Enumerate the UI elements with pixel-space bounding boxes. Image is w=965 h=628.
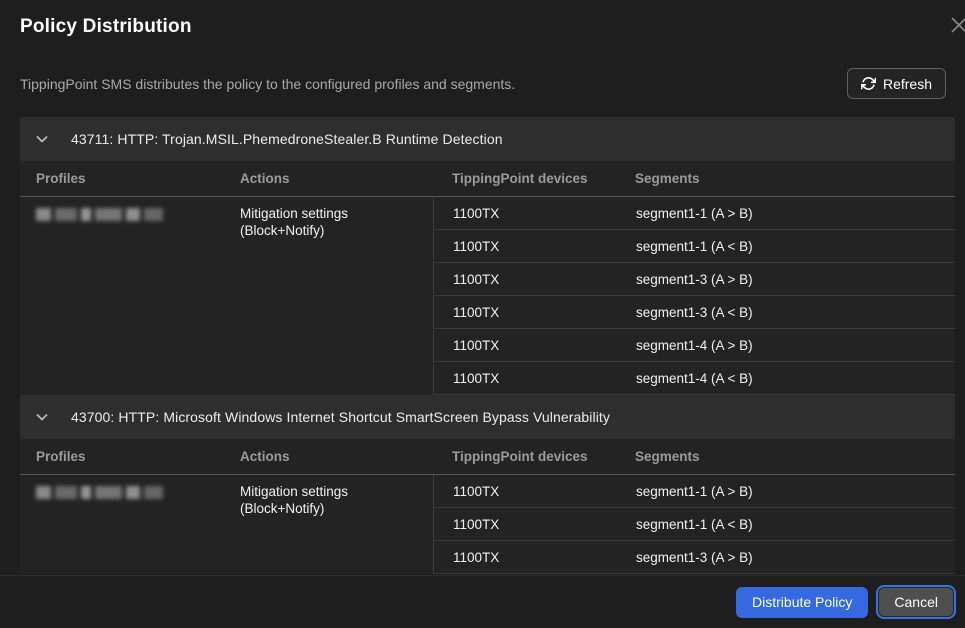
section-header-43711[interactable]: 43711: HTTP: Trojan.MSIL.PhemedroneSteal… — [20, 117, 955, 161]
segment-cell: segment1-1 (A < B) — [636, 517, 955, 532]
segment-cell: segment1-1 (A > B) — [636, 484, 955, 499]
column-header-devices: TippingPoint devices — [452, 449, 635, 464]
segment-cell: segment1-3 (A > B) — [636, 550, 955, 565]
device-cell: 1100TX — [434, 305, 636, 320]
device-cell: 1100TX — [434, 272, 636, 287]
device-cell: 1100TX — [434, 371, 636, 386]
device-cell: 1100TX — [434, 239, 636, 254]
actions-cell: Mitigation settings (Block+Notify) — [240, 197, 433, 395]
distribute-policy-button[interactable]: Distribute Policy — [736, 587, 868, 618]
segment-cell: segment1-1 (A > B) — [636, 206, 955, 221]
table-row: 1100TX segment1-1 (A > B) — [434, 475, 955, 508]
chevron-down-icon[interactable] — [34, 131, 50, 147]
device-segment-subtable: 1100TX segment1-1 (A > B) 1100TX segment… — [433, 197, 955, 395]
policy-distribution-modal: { "modal": { "title": "Policy Distributi… — [0, 0, 965, 628]
column-header-segments: Segments — [635, 171, 955, 186]
section-title: 43700: HTTP: Microsoft Windows Internet … — [71, 409, 610, 425]
policy-section-43700: 43700: HTTP: Microsoft Windows Internet … — [20, 395, 955, 574]
profile-redacted — [36, 485, 228, 500]
cancel-button[interactable]: Cancel — [878, 587, 954, 617]
column-header-devices: TippingPoint devices — [452, 171, 635, 186]
column-header-actions: Actions — [240, 171, 452, 186]
table-row: 1100TX segment1-1 (A < B) — [434, 230, 955, 263]
device-cell: 1100TX — [434, 517, 636, 532]
close-icon — [948, 14, 965, 36]
table-body: Mitigation settings (Block+Notify) 1100T… — [20, 475, 955, 574]
profile-cell — [20, 475, 240, 574]
page-title: Policy Distribution — [20, 16, 192, 38]
distribution-table: Profiles Actions TippingPoint devices Se… — [20, 161, 955, 395]
column-header-profiles: Profiles — [20, 171, 240, 186]
device-segment-subtable: 1100TX segment1-1 (A > B) 1100TX segment… — [433, 475, 955, 574]
table-body: Mitigation settings (Block+Notify) 1100T… — [20, 197, 955, 395]
table-column-headers: Profiles Actions TippingPoint devices Se… — [20, 439, 955, 475]
refresh-label: Refresh — [883, 76, 932, 92]
device-cell: 1100TX — [434, 484, 636, 499]
table-row: 1100TX segment1-3 (A > B) — [434, 263, 955, 296]
column-header-segments: Segments — [635, 449, 955, 464]
table-row: 1100TX segment1-1 (A > B) — [434, 197, 955, 230]
profile-redacted — [36, 207, 228, 222]
section-title: 43711: HTTP: Trojan.MSIL.PhemedroneSteal… — [71, 131, 503, 147]
device-cell: 1100TX — [434, 550, 636, 565]
policy-list-scroll-area[interactable]: 43711: HTTP: Trojan.MSIL.PhemedroneSteal… — [0, 117, 965, 575]
column-header-actions: Actions — [240, 449, 452, 464]
table-row: 1100TX segment1-1 (A < B) — [434, 508, 955, 541]
refresh-button[interactable]: Refresh — [847, 68, 946, 99]
segment-cell: segment1-3 (A > B) — [636, 272, 955, 287]
close-button[interactable] — [946, 12, 965, 38]
action-text: Mitigation settings — [240, 205, 433, 222]
column-header-profiles: Profiles — [20, 449, 240, 464]
segment-cell: segment1-4 (A < B) — [636, 371, 955, 386]
segment-cell: segment1-4 (A > B) — [636, 338, 955, 353]
device-cell: 1100TX — [434, 206, 636, 221]
actions-cell: Mitigation settings (Block+Notify) — [240, 475, 433, 574]
action-text: Mitigation settings — [240, 483, 433, 500]
segment-cell: segment1-1 (A < B) — [636, 239, 955, 254]
modal-footer: Distribute Policy Cancel — [0, 575, 965, 628]
table-row: 1100TX segment1-4 (A < B) — [434, 362, 955, 395]
table-row: 1100TX segment1-3 (A > B) — [434, 541, 955, 574]
refresh-icon — [861, 76, 876, 91]
action-detail: (Block+Notify) — [240, 500, 433, 517]
segment-cell: segment1-3 (A < B) — [636, 305, 955, 320]
table-column-headers: Profiles Actions TippingPoint devices Se… — [20, 161, 955, 197]
table-row: 1100TX segment1-4 (A > B) — [434, 329, 955, 362]
section-header-43700[interactable]: 43700: HTTP: Microsoft Windows Internet … — [20, 395, 955, 439]
chevron-down-icon[interactable] — [34, 409, 50, 425]
action-detail: (Block+Notify) — [240, 222, 433, 239]
table-row: 1100TX segment1-3 (A < B) — [434, 296, 955, 329]
modal-header: Policy Distribution TippingPoint SMS dis… — [0, 0, 965, 117]
device-cell: 1100TX — [434, 338, 636, 353]
modal-subtitle: TippingPoint SMS distributes the policy … — [20, 76, 515, 92]
distribution-table: Profiles Actions TippingPoint devices Se… — [20, 439, 955, 574]
profile-cell — [20, 197, 240, 395]
policy-section-43711: 43711: HTTP: Trojan.MSIL.PhemedroneSteal… — [20, 117, 955, 395]
